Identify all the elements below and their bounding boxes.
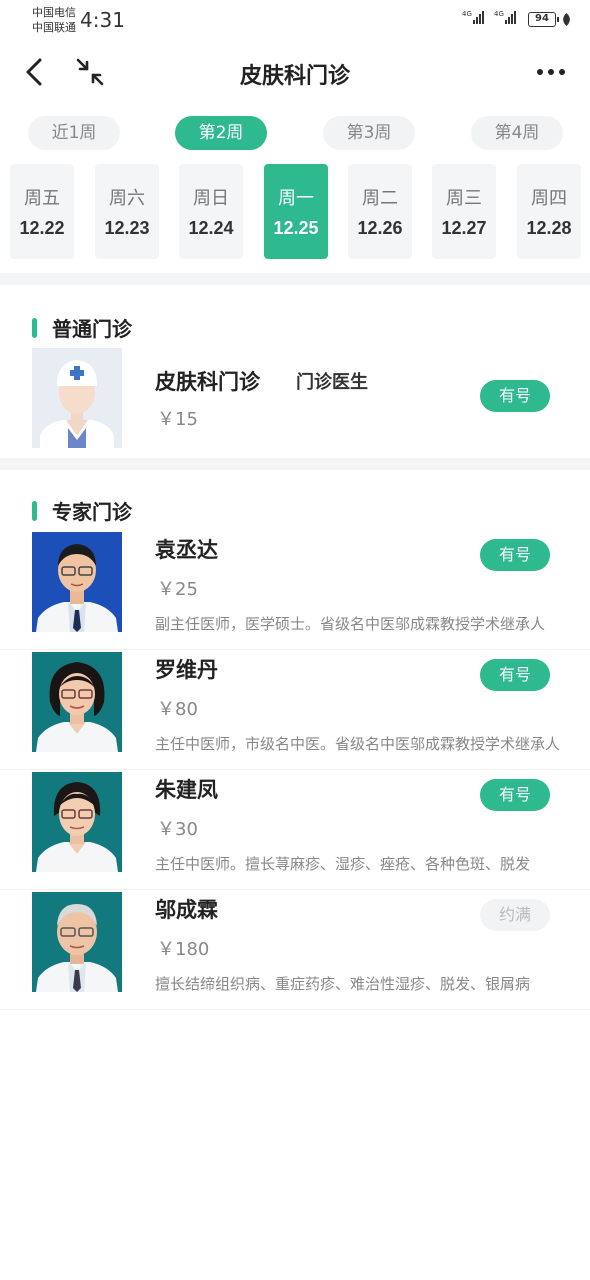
day-date: 12.24: [188, 218, 234, 238]
availability-badge[interactable]: 有号: [480, 779, 550, 811]
doctor-name: 邬成霖: [155, 898, 218, 922]
nav-bar: 皮肤科门诊: [0, 42, 590, 102]
carrier-1: 中国电信: [32, 6, 76, 19]
section-accent-bar: [32, 317, 37, 338]
fee-text: ￥15: [157, 409, 198, 430]
clinic-name: 皮肤科门诊: [155, 370, 260, 394]
signal-1-icon: 4G: [462, 10, 484, 24]
battery-icon: 94: [528, 12, 559, 27]
section-title-general: 普通门诊: [32, 313, 132, 342]
doctor-photo: [32, 652, 122, 752]
doctor-row[interactable]: 邬成霖 ￥180 擅长结缔组织病、重症药疹、难治性湿疹、脱发、银屑病 约满: [0, 892, 590, 1010]
availability-badge[interactable]: 有号: [480, 539, 550, 571]
fee-text: ￥180: [157, 939, 210, 960]
tab-week-2[interactable]: 第2周: [175, 116, 267, 150]
availability-badge-full: 约满: [480, 899, 550, 931]
doctor-name: 朱建凤: [155, 778, 218, 802]
day-date: 12.23: [104, 218, 150, 238]
date-selector: 周五 12.22 周六 12.23 周日 12.24 周一 12.25 周二 1…: [0, 164, 590, 260]
doctor-description: 主任中医师。擅长荨麻疹、湿疹、痤疮、各种色斑、脱发: [155, 855, 531, 873]
fee-text: ￥25: [157, 579, 198, 600]
doctor-title: 门诊医生: [296, 372, 368, 393]
tab-week-3[interactable]: 第3周: [323, 116, 415, 150]
signal-2-label: 4G: [494, 10, 504, 18]
day-date: 12.28: [526, 218, 572, 238]
day-cell[interactable]: 周三 12.27: [432, 164, 496, 259]
carrier-2: 中国联通: [32, 21, 76, 34]
doctor-row[interactable]: 朱建凤 ￥30 主任中医师。擅长荨麻疹、湿疹、痤疮、各种色斑、脱发 有号: [0, 772, 590, 890]
day-weekday: 周日: [193, 188, 229, 209]
day-date: 12.25: [273, 218, 319, 238]
doctor-name: 罗维丹: [155, 658, 218, 682]
fee-text: ￥80: [157, 699, 198, 720]
day-date: 12.27: [441, 218, 487, 238]
day-weekday: 周一: [278, 188, 314, 209]
day-cell[interactable]: 周二 12.26: [348, 164, 412, 259]
day-weekday: 周三: [446, 188, 482, 209]
section-accent-bar: [32, 500, 37, 521]
clinic-row-general[interactable]: 皮肤科门诊 门诊医生 ￥15 有号: [0, 348, 590, 466]
battery-level: 94: [535, 13, 549, 24]
day-cell[interactable]: 周四 12.28: [517, 164, 581, 259]
day-weekday: 周五: [24, 188, 60, 209]
day-weekday: 周六: [109, 188, 145, 209]
section-title-expert: 专家门诊: [32, 496, 132, 525]
doctor-photo: [32, 532, 122, 632]
doctor-row[interactable]: 袁丞达 ￥25 副主任医师，医学硕士。省级名中医邬成霖教授学术继承人 有号: [0, 532, 590, 650]
carrier-info: 中国电信 中国联通: [32, 5, 76, 35]
doctor-description: 主任中医师，市级名中医。省级名中医邬成霖教授学术继承人: [155, 735, 561, 753]
availability-badge[interactable]: 有号: [480, 380, 550, 412]
doctor-name: 袁丞达: [155, 538, 218, 562]
day-cell-selected[interactable]: 周一 12.25: [264, 164, 328, 259]
signal-1-label: 4G: [462, 10, 472, 18]
doctor-description: 副主任医师，医学硕士。省级名中医邬成霖教授学术继承人: [155, 615, 546, 633]
doctor-photo: [32, 772, 122, 872]
doctor-row[interactable]: 罗维丹 ￥80 主任中医师，市级名中医。省级名中医邬成霖教授学术继承人 有号: [0, 652, 590, 770]
day-cell[interactable]: 周五 12.22: [10, 164, 74, 259]
section-divider: [0, 273, 590, 285]
tab-week-1[interactable]: 近1周: [28, 116, 120, 150]
day-date: 12.26: [357, 218, 403, 238]
section-divider: [0, 458, 590, 470]
section-title-text: 普通门诊: [52, 317, 132, 341]
more-icon[interactable]: [534, 62, 568, 82]
doctor-photo: [32, 892, 122, 992]
page-title: 皮肤科门诊: [239, 64, 350, 89]
default-doctor-avatar: [32, 348, 122, 448]
day-cell[interactable]: 周六 12.23: [95, 164, 159, 259]
status-bar: 中国电信 中国联通 4:31 4G 4G 94: [0, 0, 590, 40]
section-title-text: 专家门诊: [52, 500, 132, 524]
week-tabs: 近1周 第2周 第3周 第4周: [0, 116, 590, 152]
fee-text: ￥30: [157, 819, 198, 840]
signal-2-icon: 4G: [494, 10, 516, 24]
availability-badge[interactable]: 有号: [480, 659, 550, 691]
day-cell[interactable]: 周日 12.24: [179, 164, 243, 259]
tab-week-4[interactable]: 第4周: [471, 116, 563, 150]
day-weekday: 周二: [362, 188, 398, 209]
leaf-icon: [563, 13, 570, 26]
day-weekday: 周四: [531, 188, 567, 209]
clock: 4:31: [80, 8, 125, 32]
day-date: 12.22: [19, 218, 65, 238]
doctor-description: 擅长结缔组织病、重症药疹、难治性湿疹、脱发、银屑病: [155, 975, 531, 993]
